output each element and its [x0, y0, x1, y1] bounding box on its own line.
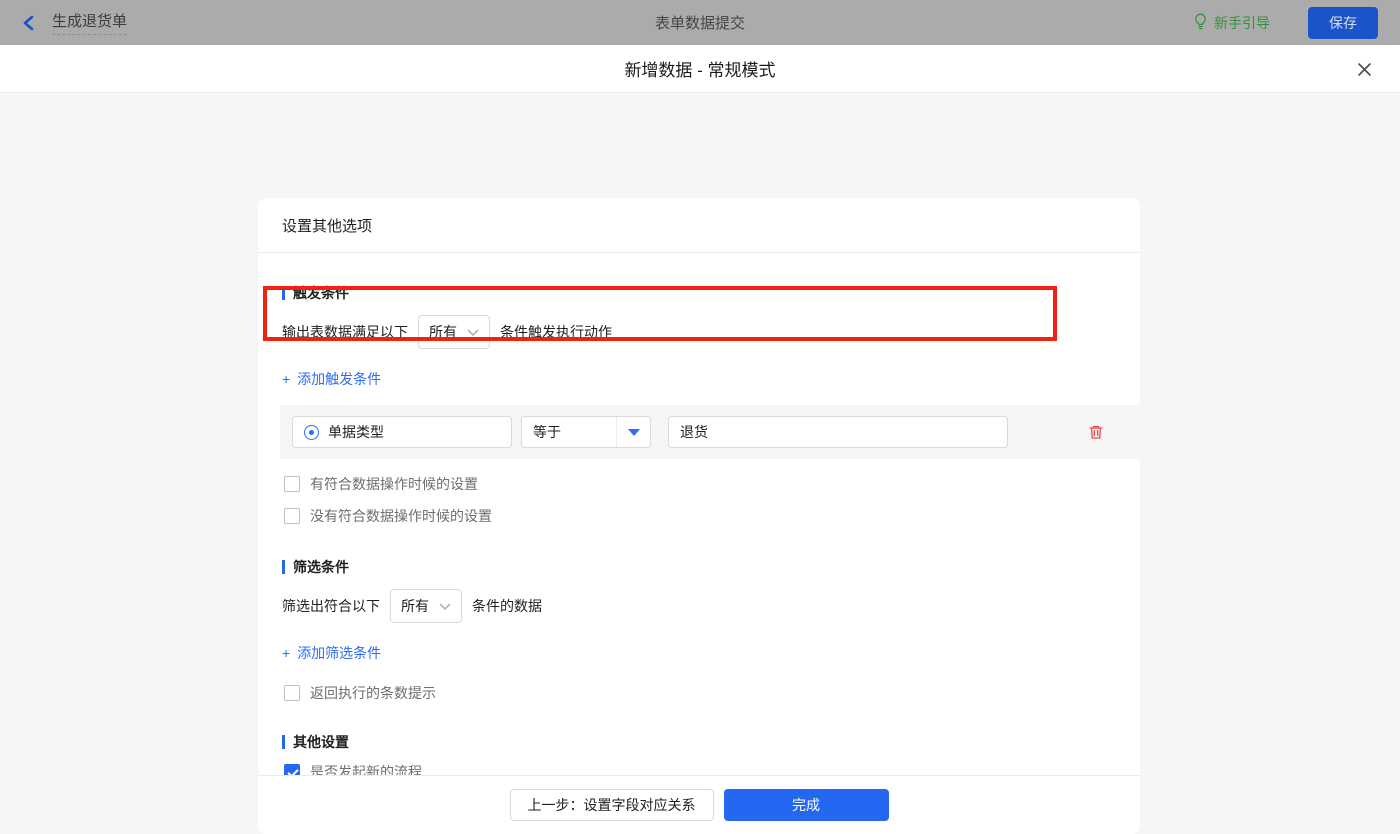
- filter-sentence: 筛选出符合以下 所有 条件的数据: [282, 589, 1116, 623]
- condition-operator-value: 等于: [533, 424, 561, 440]
- radio-button-icon: [304, 424, 319, 440]
- done-button[interactable]: 完成: [723, 789, 889, 821]
- other-section-title: 其他设置: [282, 732, 1116, 752]
- dialog-title: 新增数据 - 常规模式: [624, 61, 776, 80]
- save-button[interactable]: 保存: [1308, 6, 1378, 39]
- trigger-match-value: 所有: [429, 324, 457, 340]
- dialog-header: 新增数据 - 常规模式: [0, 45, 1400, 93]
- condition-operator-select[interactable]: 等于: [521, 416, 651, 448]
- back-chevron-icon[interactable]: [22, 15, 38, 31]
- trigger-sentence: 输出表数据满足以下 所有 条件触发执行动作: [282, 315, 1116, 349]
- condition-field-value: 单据类型: [328, 424, 384, 440]
- checkbox[interactable]: [284, 507, 300, 524]
- options-panel: 设置其他选项 触发条件 输出表数据满足以下 所有 条件触发执行动作 + 添加触发: [258, 198, 1140, 834]
- checkbox[interactable]: [284, 475, 300, 492]
- condition-field-select[interactable]: 单据类型: [292, 416, 512, 448]
- section-bar: [282, 286, 285, 300]
- checkbox-row-has-match[interactable]: 有符合数据操作时候的设置: [284, 474, 1116, 493]
- section-bar: [282, 735, 285, 749]
- checkbox-row-count-hint[interactable]: 返回执行的条数提示: [284, 683, 1116, 702]
- back-nav[interactable]: 生成退货单: [22, 10, 128, 35]
- checkbox-label: 有符合数据操作时候的设置: [310, 475, 478, 492]
- panel-body: 触发条件 输出表数据满足以下 所有 条件触发执行动作 + 添加触发条件 单据类型…: [258, 253, 1140, 781]
- dialog-backdrop: 设置其他选项 触发条件 输出表数据满足以下 所有 条件触发执行动作 + 添加触发: [0, 93, 1400, 834]
- filter-match-select[interactable]: 所有: [390, 589, 462, 623]
- checkbox-label: 返回执行的条数提示: [310, 684, 436, 701]
- guide-link[interactable]: 新手引导: [1193, 13, 1270, 33]
- other-section-label: 其他设置: [293, 734, 349, 750]
- lightbulb-icon: [1193, 13, 1208, 33]
- chevron-down-icon: [439, 598, 451, 614]
- topbar-actions: 新手引导 保存: [1193, 6, 1378, 39]
- add-filter-condition-label: 添加筛选条件: [297, 645, 382, 661]
- plus-icon: +: [282, 645, 291, 661]
- close-icon[interactable]: [1352, 57, 1376, 81]
- filter-match-value: 所有: [401, 598, 429, 614]
- trigger-condition-row: 单据类型 等于 退货: [280, 405, 1140, 459]
- trigger-sentence-suffix: 条件触发执行动作: [500, 324, 612, 340]
- add-trigger-condition-label: 添加触发条件: [297, 371, 382, 387]
- guide-label: 新手引导: [1214, 14, 1270, 31]
- trash-icon[interactable]: [1088, 424, 1104, 440]
- trigger-section-title: 触发条件: [282, 283, 1116, 303]
- topbar: 生成退货单 表单数据提交 新手引导 保存: [0, 0, 1400, 45]
- chevron-down-icon: [467, 324, 479, 340]
- checkbox[interactable]: [284, 684, 300, 701]
- add-trigger-condition-link[interactable]: + 添加触发条件: [282, 369, 381, 389]
- back-label[interactable]: 生成退货单: [52, 10, 128, 35]
- checkbox-label: 没有符合数据操作时候的设置: [310, 507, 492, 524]
- filter-sentence-suffix: 条件的数据: [472, 598, 542, 614]
- filter-section-title: 筛选条件: [282, 557, 1116, 577]
- add-filter-condition-link[interactable]: + 添加筛选条件: [282, 643, 381, 663]
- panel-footer: 上一步：设置字段对应关系 完成: [258, 775, 1140, 834]
- section-bar: [282, 560, 285, 574]
- trigger-section-label: 触发条件: [293, 285, 349, 301]
- filter-sentence-prefix: 筛选出符合以下: [282, 598, 380, 614]
- previous-step-button[interactable]: 上一步：设置字段对应关系: [509, 789, 714, 821]
- topbar-title: 表单数据提交: [654, 15, 745, 32]
- checkbox-row-no-match[interactable]: 没有符合数据操作时候的设置: [284, 506, 1116, 525]
- filter-section-label: 筛选条件: [293, 559, 349, 575]
- trigger-match-select[interactable]: 所有: [418, 315, 490, 349]
- plus-icon: +: [282, 371, 291, 387]
- condition-value-text: 退货: [680, 424, 708, 440]
- panel-header: 设置其他选项: [258, 198, 1140, 253]
- trigger-sentence-prefix: 输出表数据满足以下: [282, 324, 408, 340]
- condition-value-input[interactable]: 退货: [668, 416, 1008, 448]
- triangle-down-icon[interactable]: [616, 417, 650, 447]
